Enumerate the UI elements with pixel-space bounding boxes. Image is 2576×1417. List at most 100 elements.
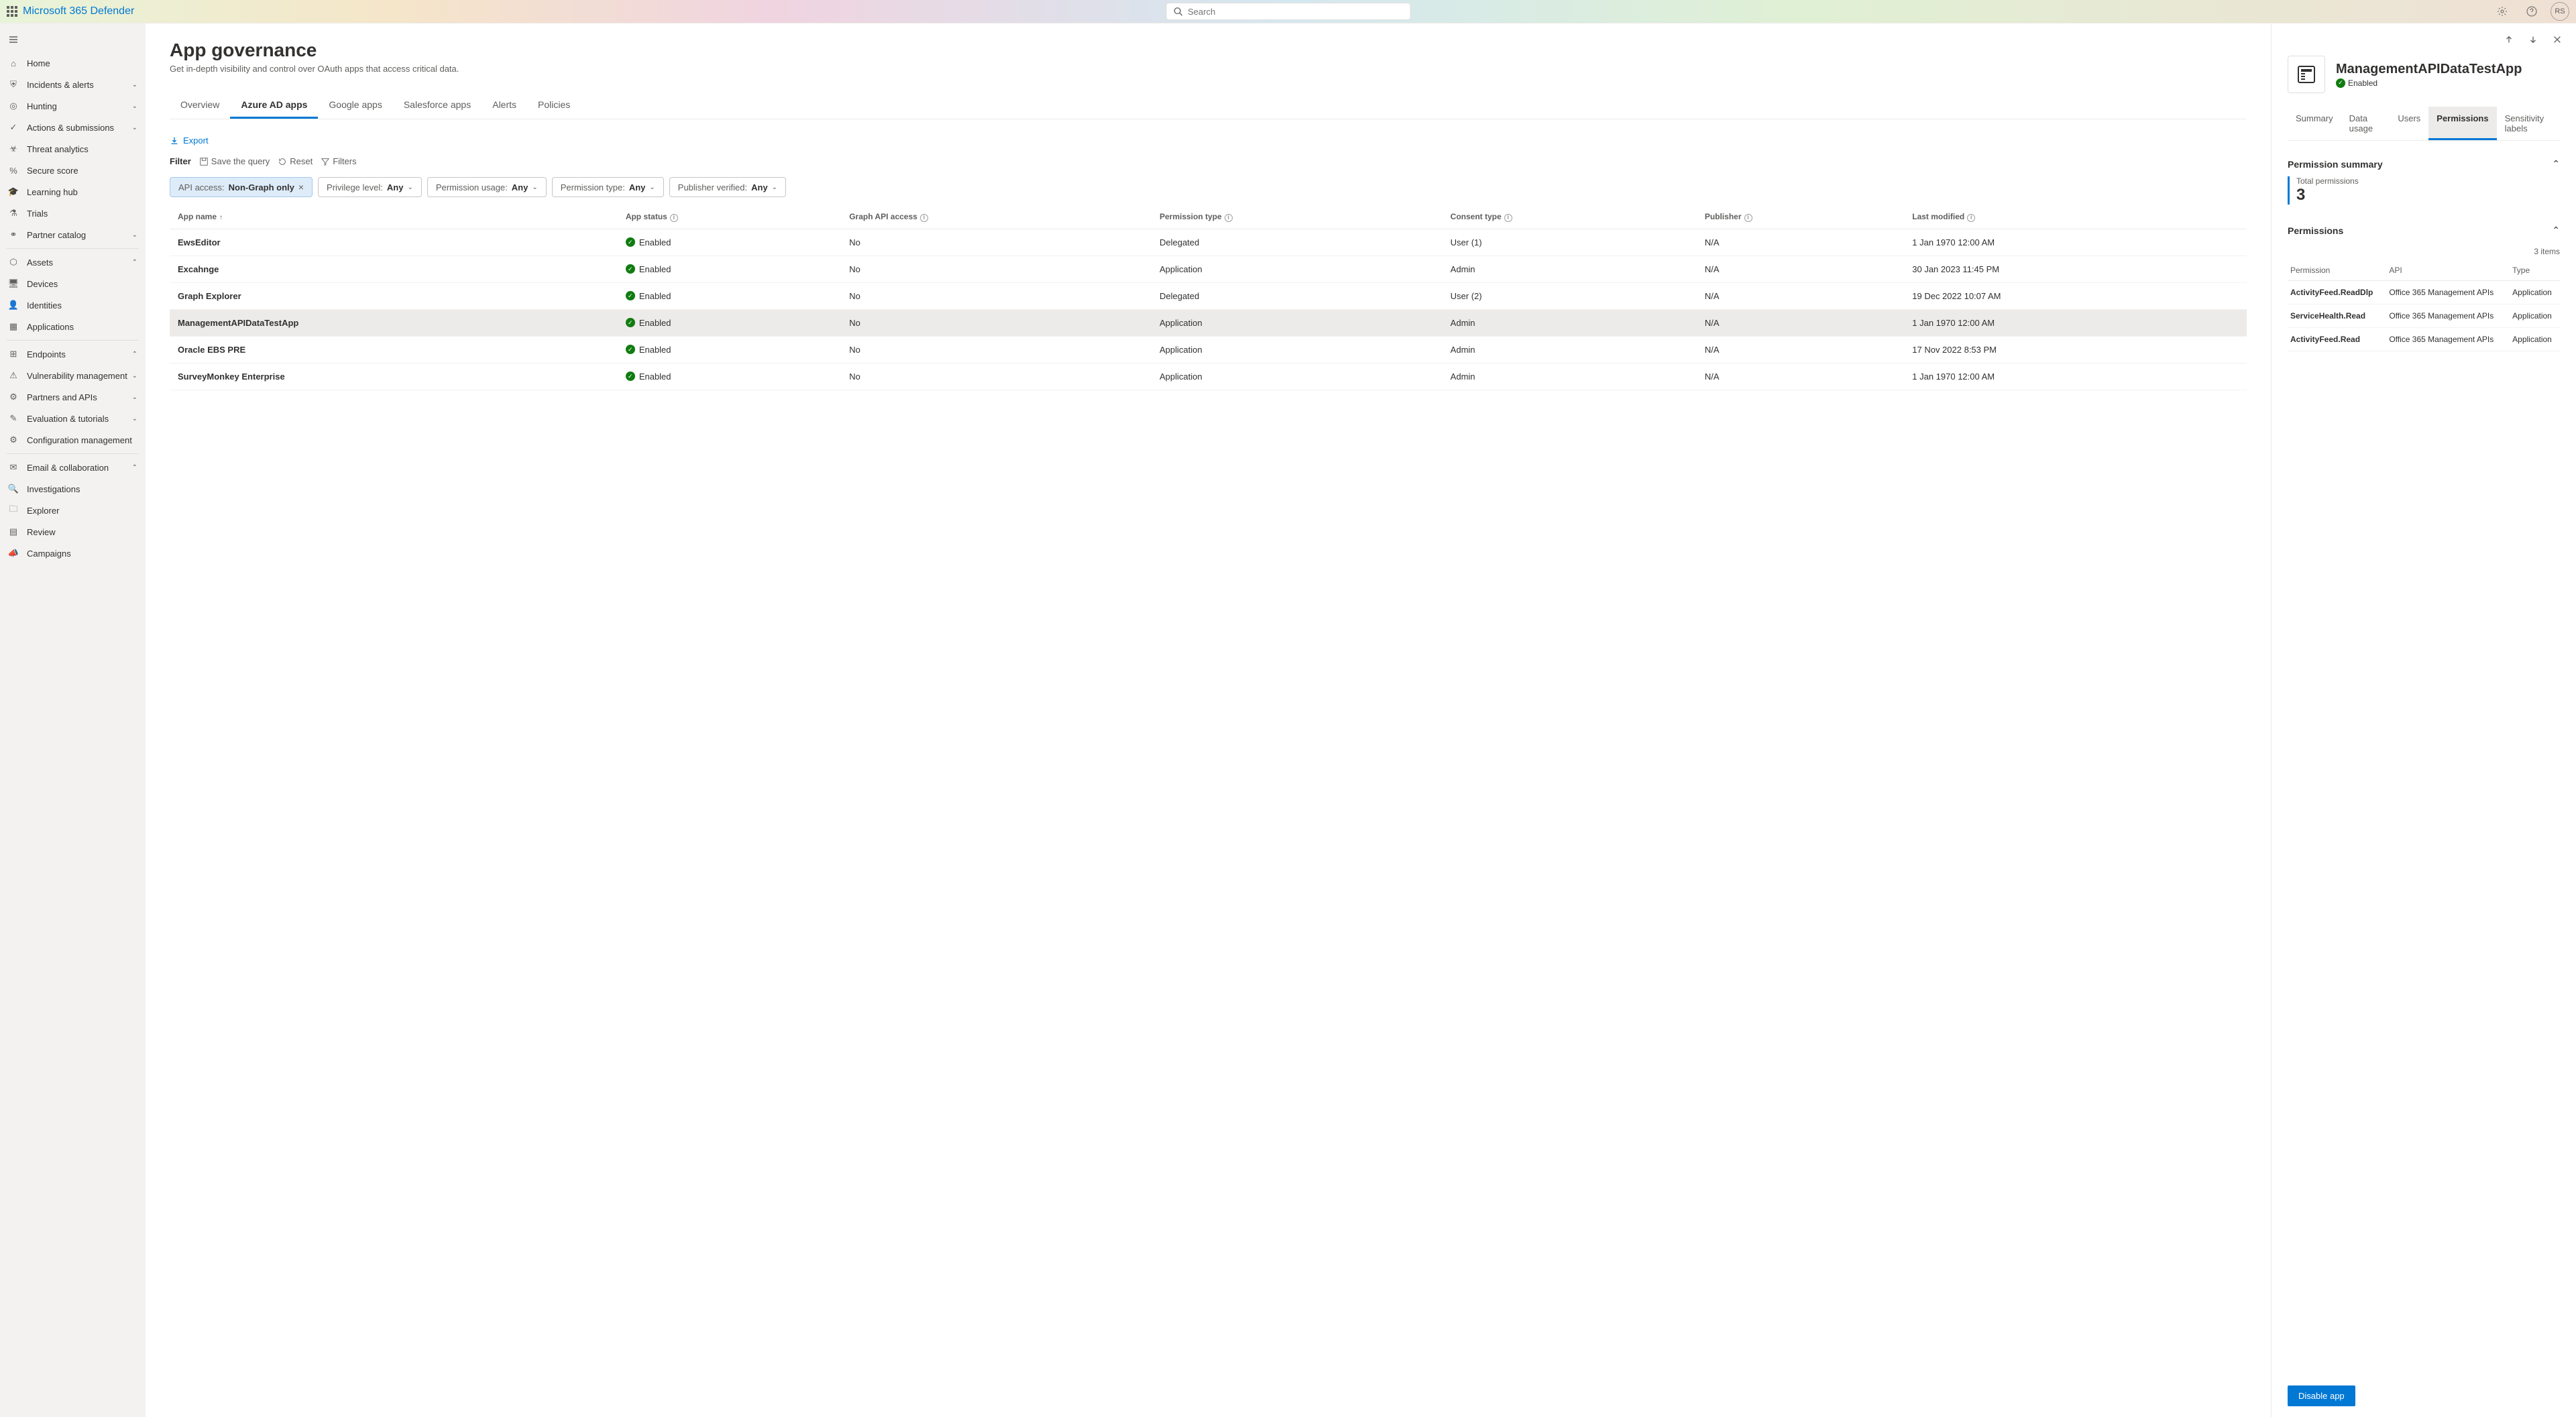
table-row-0[interactable]: EwsEditor ✓Enabled No Delegated User (1)…	[170, 229, 2247, 256]
column-header-2[interactable]: Graph API accessi	[841, 205, 1152, 229]
info-icon[interactable]: i	[1225, 214, 1233, 222]
tab-alerts[interactable]: Alerts	[482, 93, 527, 119]
sidebar-collapse-button[interactable]	[0, 29, 146, 52]
export-button[interactable]: Export	[170, 135, 209, 146]
reset-button[interactable]: Reset	[278, 156, 313, 166]
section-header[interactable]: Permission summary ⌃	[2288, 152, 2560, 176]
table-row-5[interactable]: SurveyMonkey Enterprise ✓Enabled No Appl…	[170, 363, 2247, 390]
panel-tab-summary[interactable]: Summary	[2288, 107, 2341, 140]
sidebar-item-2[interactable]: ◎ Hunting ⌄	[0, 95, 146, 117]
filters-button[interactable]: Filters	[321, 156, 356, 166]
tab-policies[interactable]: Policies	[527, 93, 581, 119]
sidebar-section-email[interactable]: ✉ Email & collaboration ⌃	[0, 457, 146, 478]
info-icon[interactable]: i	[1504, 214, 1512, 222]
sidebar-item-0[interactable]: ⌂ Home	[0, 52, 146, 74]
settings-button[interactable]	[2491, 1, 2513, 22]
perm-row-2[interactable]: ActivityFeed.Read Office 365 Management …	[2288, 328, 2560, 351]
sidebar-item-1[interactable]: ⛨ Incidents & alerts ⌄	[0, 74, 146, 95]
sidebar-item-3[interactable]: ✓ Actions & submissions ⌄	[0, 117, 146, 138]
search-box[interactable]	[1166, 3, 1410, 20]
column-header-5[interactable]: Publisheri	[1697, 205, 1904, 229]
status-label: Enabled	[2348, 78, 2377, 88]
sidebar-endpoints-item-2[interactable]: ✎ Evaluation & tutorials ⌄	[0, 408, 146, 429]
sidebar-item-4[interactable]: ☣ Threat analytics	[0, 138, 146, 160]
cell-modified: 1 Jan 1970 12:00 AM	[1904, 309, 2247, 336]
column-header-3[interactable]: Permission typei	[1152, 205, 1443, 229]
table-row-3[interactable]: ManagementAPIDataTestApp ✓Enabled No App…	[170, 309, 2247, 336]
column-header-4[interactable]: Consent typei	[1443, 205, 1697, 229]
user-avatar[interactable]: RS	[2551, 2, 2569, 21]
filter-chip-3[interactable]: Permission type: Any ⌄	[552, 177, 664, 197]
sidebar-item-7[interactable]: ⚗ Trials	[0, 203, 146, 224]
sidebar-assets-item-2[interactable]: ▦ Applications	[0, 316, 146, 337]
cell-graph: No	[841, 229, 1152, 256]
sidebar-endpoints-item-0[interactable]: ⚠ Vulnerability management ⌄	[0, 365, 146, 386]
table-toolbar: Export	[170, 130, 2247, 151]
apps-table: App name↑App statusiGraph API accessiPer…	[170, 205, 2247, 390]
sidebar-item-5[interactable]: % Secure score	[0, 160, 146, 181]
info-icon[interactable]: i	[1744, 214, 1752, 222]
panel-tab-users[interactable]: Users	[2390, 107, 2428, 140]
tab-azure-ad-apps[interactable]: Azure AD apps	[230, 93, 318, 119]
panel-tab-permissions[interactable]: Permissions	[2428, 107, 2496, 140]
sidebar-section-assets[interactable]: ⬡ Assets ⌃	[0, 251, 146, 273]
info-icon[interactable]: i	[920, 214, 928, 222]
sidebar-assets-item-1[interactable]: 👤 Identities	[0, 294, 146, 316]
section-title: Permissions	[2288, 225, 2343, 236]
panel-up-button[interactable]	[2498, 29, 2520, 50]
total-permissions-value: 3	[2296, 186, 2560, 205]
perm-api: Office 365 Management APIs	[2386, 281, 2510, 304]
table-row-1[interactable]: Excahnge ✓Enabled No Application Admin N…	[170, 256, 2247, 282]
sidebar-email-item-3[interactable]: 📣 Campaigns	[0, 543, 146, 564]
perm-column-1[interactable]: API	[2386, 260, 2510, 281]
column-header-6[interactable]: Last modifiedi	[1904, 205, 2247, 229]
sidebar-endpoints-item-3[interactable]: ⚙ Configuration management	[0, 429, 146, 451]
sidebar-endpoints-item-1[interactable]: ⚙ Partners and APIs ⌄	[0, 386, 146, 408]
filter-chip-0[interactable]: API access: Non-Graph only ×	[170, 177, 313, 197]
sidebar-section-endpoints[interactable]: ⊞ Endpoints ⌃	[0, 343, 146, 365]
sidebar-email-item-1[interactable]: 🗀 Explorer	[0, 500, 146, 521]
sidebar-item-8[interactable]: ⚭ Partner catalog ⌄	[0, 224, 146, 245]
save-query-button[interactable]: Save the query	[199, 156, 270, 166]
panel-tab-data-usage[interactable]: Data usage	[2341, 107, 2390, 140]
filter-chip-4[interactable]: Publisher verified: Any ⌄	[669, 177, 786, 197]
info-icon[interactable]: i	[1967, 214, 1975, 222]
column-header-1[interactable]: App statusi	[618, 205, 841, 229]
search-input[interactable]	[1188, 7, 1403, 17]
filter-chip-1[interactable]: Privilege level: Any ⌄	[318, 177, 422, 197]
nav-label: Explorer	[27, 506, 59, 516]
cell-ctype: Admin	[1443, 309, 1697, 336]
column-header-0[interactable]: App name↑	[170, 205, 618, 229]
panel-close-button[interactable]	[2546, 29, 2568, 50]
sidebar-email-item-0[interactable]: 🔍 Investigations	[0, 478, 146, 500]
table-row-2[interactable]: Graph Explorer ✓Enabled No Delegated Use…	[170, 282, 2247, 309]
chip-close-icon[interactable]: ×	[298, 182, 304, 192]
filter-chip-2[interactable]: Permission usage: Any ⌄	[427, 177, 547, 197]
perm-row-0[interactable]: ActivityFeed.ReadDlp Office 365 Manageme…	[2288, 281, 2560, 304]
sidebar-item-6[interactable]: 🎓 Learning hub	[0, 181, 146, 203]
tab-overview[interactable]: Overview	[170, 93, 230, 119]
perm-row-1[interactable]: ServiceHealth.Read Office 365 Management…	[2288, 304, 2560, 328]
section-title: Permission summary	[2288, 159, 2383, 170]
tab-google-apps[interactable]: Google apps	[318, 93, 392, 119]
help-button[interactable]	[2521, 1, 2542, 22]
app-launcher-icon[interactable]	[7, 6, 17, 17]
panel-down-button[interactable]	[2522, 29, 2544, 50]
app-title[interactable]: Microsoft 365 Defender	[23, 5, 134, 17]
nav-divider	[7, 453, 139, 454]
sidebar-assets-item-0[interactable]: 🖥 Devices	[0, 273, 146, 294]
sidebar-email-item-2[interactable]: ▤ Review	[0, 521, 146, 543]
section-header[interactable]: Permissions ⌃	[2288, 218, 2560, 243]
perm-column-2[interactable]: Type	[2510, 260, 2560, 281]
table-row-4[interactable]: Oracle EBS PRE ✓Enabled No Application A…	[170, 336, 2247, 363]
panel-tab-sensitivity-labels[interactable]: Sensitivity labels	[2497, 107, 2560, 140]
perm-type: Application	[2510, 281, 2560, 304]
info-icon[interactable]: i	[670, 214, 678, 222]
tab-salesforce-apps[interactable]: Salesforce apps	[393, 93, 482, 119]
disable-app-button[interactable]: Disable app	[2288, 1385, 2355, 1406]
chip-label: Permission usage:	[436, 182, 508, 192]
cell-publisher: N/A	[1697, 336, 1904, 363]
perm-column-0[interactable]: Permission	[2288, 260, 2386, 281]
nav-label: Secure score	[27, 166, 78, 176]
chevron-down-icon: ⌄	[132, 231, 137, 239]
